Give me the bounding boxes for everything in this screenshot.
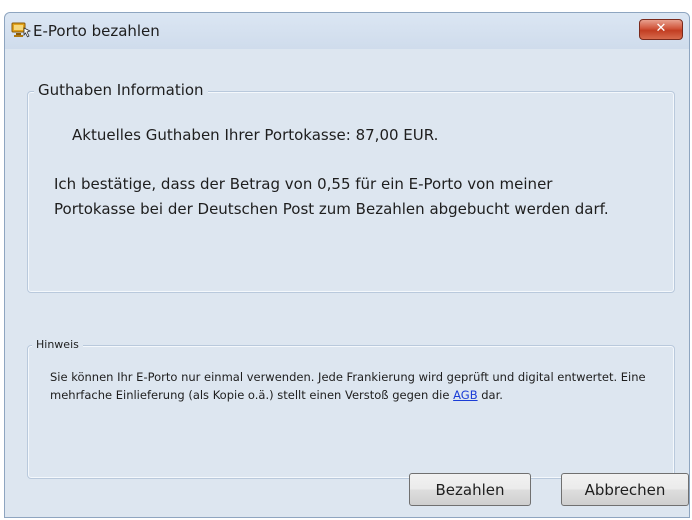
close-icon: ✕ [655, 21, 667, 36]
hinweis-text-start: Sie können Ihr E-Porto nur einmal verwen… [50, 370, 646, 402]
hinweis-text-end: dar. [477, 388, 503, 402]
window-title: E-Porto bezahlen [33, 22, 160, 40]
balance-text: Aktuelles Guthaben Ihrer Portokasse: 87,… [72, 126, 439, 144]
agb-link[interactable]: AGB [453, 388, 477, 402]
confirm-text: Ich bestätige, dass der Betrag von 0,55 … [54, 175, 609, 218]
cancel-button[interactable]: Abbrechen [561, 473, 689, 506]
title-bar[interactable]: E-Porto bezahlen ✕ [5, 13, 689, 49]
dialog-window: E-Porto bezahlen ✕ Guthaben Information … [4, 12, 690, 518]
hinweis-group: Hinweis Sie können Ihr E-Porto nur einma… [27, 338, 675, 479]
close-button[interactable]: ✕ [639, 19, 683, 40]
guthaben-group: Guthaben Information Aktuelles Guthaben … [27, 81, 675, 293]
hinweis-heading: Hinweis [32, 338, 83, 351]
hinweis-text: Sie können Ihr E-Porto nur einmal verwen… [50, 368, 650, 404]
postage-computer-icon [11, 22, 32, 38]
dialog-content: Guthaben Information Aktuelles Guthaben … [5, 49, 689, 517]
pay-button[interactable]: Bezahlen [409, 473, 531, 506]
guthaben-heading: Guthaben Information [34, 81, 208, 99]
